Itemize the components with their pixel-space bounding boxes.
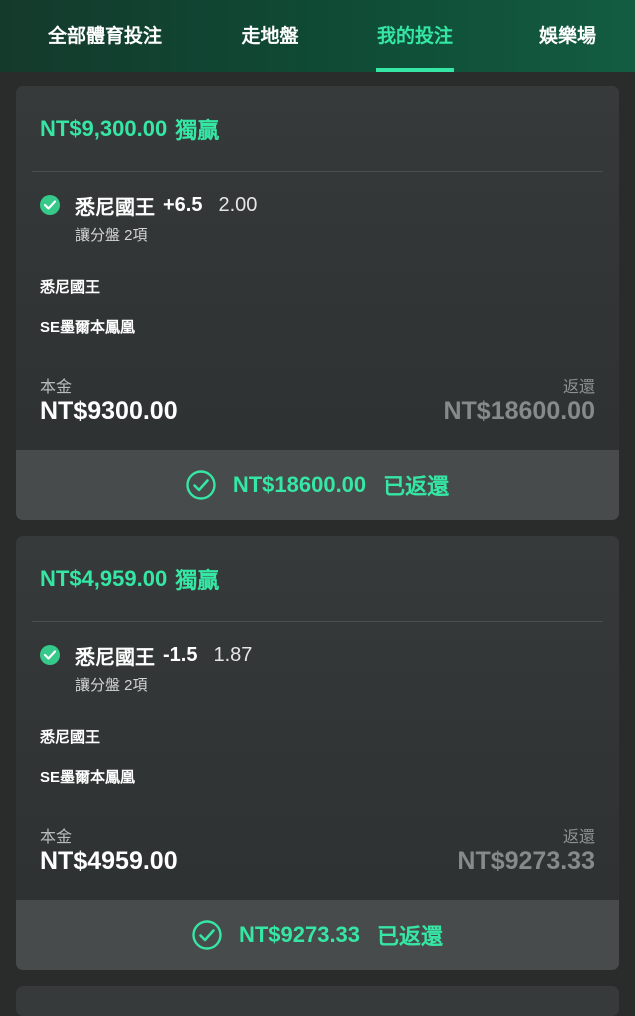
bet-settled-footer: NT$18600.00 已返還 [16, 450, 619, 520]
bet-card-partial[interactable] [16, 986, 619, 1016]
match-team-b: SE墨爾本鳳凰 [40, 319, 136, 336]
stake-label: 本金 [40, 379, 73, 396]
tab-my-bets[interactable]: 我的投注 [330, 0, 500, 72]
stake-label: 本金 [40, 829, 73, 846]
selection-team: 悉尼國王 [75, 196, 155, 219]
return-value: NT$18600.00 [443, 397, 595, 425]
match-team-a: 悉尼國王 [40, 729, 101, 746]
stake-value: NT$9300.00 [40, 397, 178, 425]
bet-header-type: 獨贏 [175, 567, 220, 593]
divider [32, 621, 603, 622]
bet-header-type: 獨贏 [175, 117, 220, 143]
bet-card[interactable]: NT$9,300.00 獨贏 悉尼國王 +6.5 2.00 讓分盤 2項 悉尼國… [16, 86, 619, 520]
check-icon [40, 645, 60, 665]
selection-odds: 1.87 [213, 643, 253, 666]
bet-settled-footer: NT$9273.33 已返還 [16, 900, 619, 970]
return-value: NT$9273.33 [457, 847, 595, 875]
stake-value: NT$4959.00 [40, 847, 178, 875]
bet-header-amount: NT$9,300.00 [40, 115, 168, 141]
bet-card[interactable]: NT$4,959.00 獨贏 悉尼國王 -1.5 1.87 讓分盤 2項 悉尼國… [16, 536, 619, 970]
selection-market: 讓分盤 2項 [75, 227, 148, 244]
check-circle-icon [192, 920, 222, 950]
footer-amount: NT$18600.00 [232, 472, 367, 497]
selection-odds: 2.00 [218, 193, 258, 216]
tab-all-sports[interactable]: 全部體育投注 [0, 0, 210, 72]
footer-amount: NT$9273.33 [238, 922, 361, 947]
match-team-a: 悉尼國王 [40, 279, 101, 296]
bet-selection: 悉尼國王 +6.5 2.00 讓分盤 2項 [40, 192, 600, 245]
top-tab-bar: 全部體育投注 走地盤 我的投注 娛樂場 [0, 0, 635, 72]
footer-status: 已返還 [383, 474, 450, 499]
check-icon [40, 195, 60, 215]
bet-header: NT$4,959.00 獨贏 [16, 536, 619, 621]
tab-live[interactable]: 走地盤 [210, 0, 330, 72]
return-label: 返還 [562, 829, 595, 846]
selection-team: 悉尼國王 [75, 646, 155, 669]
selection-line: +6.5 [163, 193, 203, 216]
divider [32, 171, 603, 172]
selection-market: 讓分盤 2項 [75, 677, 148, 694]
return-label: 返還 [562, 379, 595, 396]
check-circle-icon [186, 470, 216, 500]
bet-list: NT$9,300.00 獨贏 悉尼國王 +6.5 2.00 讓分盤 2項 悉尼國… [16, 86, 619, 986]
selection-line: -1.5 [163, 643, 198, 666]
bet-selection: 悉尼國王 -1.5 1.87 讓分盤 2項 [40, 642, 600, 695]
footer-status: 已返還 [377, 924, 444, 949]
bet-header: NT$9,300.00 獨贏 [16, 86, 619, 171]
tab-casino[interactable]: 娛樂場 [500, 0, 635, 72]
bet-header-amount: NT$4,959.00 [40, 565, 168, 591]
match-team-b: SE墨爾本鳳凰 [40, 769, 136, 786]
